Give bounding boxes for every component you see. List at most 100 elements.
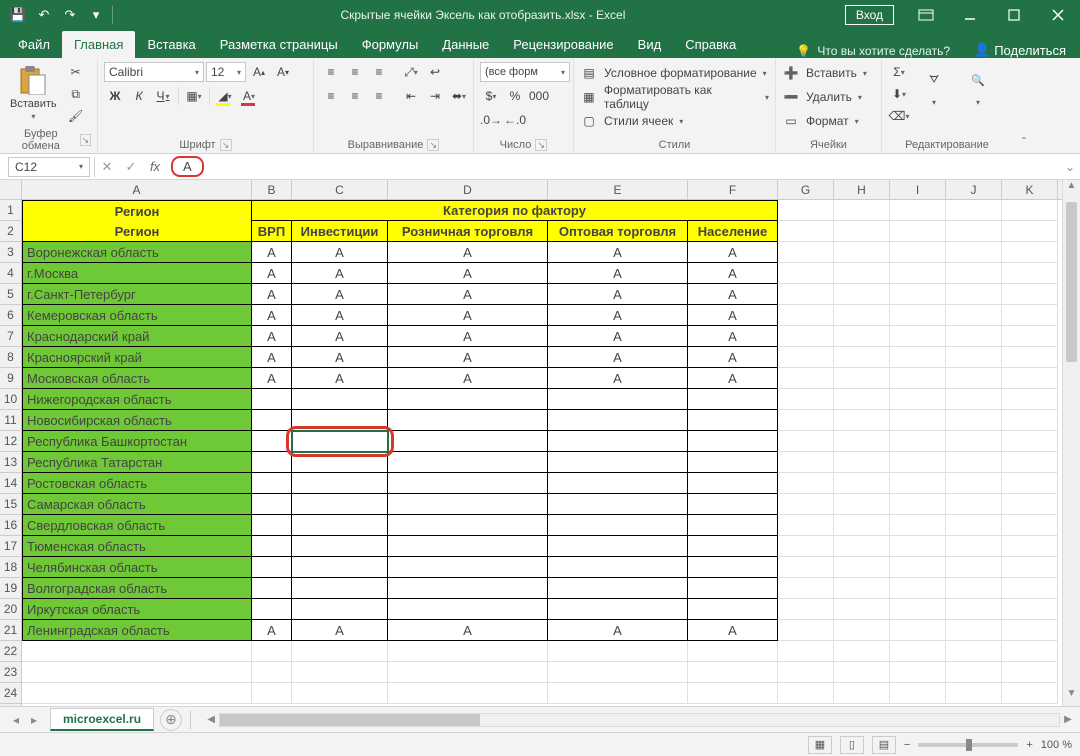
font-name-select[interactable]: Calibri▾ (104, 62, 204, 82)
cell[interactable] (292, 641, 388, 662)
cell[interactable] (388, 557, 548, 578)
page-layout-view-icon[interactable]: ▯ (840, 736, 864, 754)
cell[interactable]: А (548, 263, 688, 284)
tab-файл[interactable]: Файл (6, 31, 62, 58)
cell[interactable] (834, 620, 890, 641)
cell[interactable] (548, 641, 688, 662)
expand-formula-icon[interactable]: ⌄ (1060, 160, 1080, 174)
cell[interactable]: Тюменская область (22, 536, 252, 557)
cell[interactable]: Регион (22, 221, 252, 242)
cell[interactable]: Республика Татарстан (22, 452, 252, 473)
cell[interactable] (778, 578, 834, 599)
cell[interactable] (688, 494, 778, 515)
cell[interactable] (548, 431, 688, 452)
redo-icon[interactable]: ↷ (58, 3, 82, 27)
cell[interactable]: А (688, 326, 778, 347)
scroll-right-icon[interactable]: ▶ (1060, 714, 1076, 725)
cell[interactable]: А (252, 620, 292, 641)
cell[interactable]: А (388, 326, 548, 347)
signin-button[interactable]: Вход (845, 5, 894, 25)
col-header[interactable]: H (834, 180, 890, 199)
decrease-decimal-icon[interactable]: ←.0 (504, 110, 526, 130)
tab-вид[interactable]: Вид (626, 31, 674, 58)
row-header[interactable]: 3 (0, 242, 21, 263)
clear-icon[interactable]: ⌫▾ (888, 106, 910, 126)
column-headers[interactable]: ABCDEFGHIJK (22, 180, 1062, 200)
cell[interactable] (292, 473, 388, 494)
find-select-button[interactable]: 🔍▾ (958, 62, 998, 109)
cell[interactable] (778, 641, 834, 662)
cut-icon[interactable]: ✂ (65, 62, 87, 82)
cell[interactable] (292, 515, 388, 536)
cell[interactable] (388, 389, 548, 410)
cell[interactable]: А (388, 284, 548, 305)
cell[interactable] (946, 242, 1002, 263)
cell[interactable] (890, 221, 946, 242)
cell[interactable] (946, 263, 1002, 284)
name-box[interactable]: C12▾ (8, 157, 90, 177)
cell[interactable] (890, 641, 946, 662)
cell[interactable] (946, 641, 1002, 662)
number-format-select[interactable]: (все форм▾ (480, 62, 570, 82)
cell[interactable] (1002, 368, 1058, 389)
cell[interactable] (890, 452, 946, 473)
cell[interactable] (778, 494, 834, 515)
cell[interactable] (252, 431, 292, 452)
cell[interactable] (890, 536, 946, 557)
cell[interactable] (946, 389, 1002, 410)
cell[interactable]: А (688, 347, 778, 368)
cell[interactable] (292, 599, 388, 620)
cell[interactable] (778, 368, 834, 389)
cell[interactable] (890, 599, 946, 620)
cell[interactable] (252, 410, 292, 431)
row-header[interactable]: 1 (0, 200, 21, 221)
cell[interactable] (946, 515, 1002, 536)
cell[interactable]: А (292, 263, 388, 284)
horizontal-scrollbar[interactable]: ◀ ▶ (199, 713, 1080, 727)
row-header[interactable]: 11 (0, 410, 21, 431)
cell[interactable] (388, 515, 548, 536)
cell[interactable] (890, 284, 946, 305)
cell[interactable] (548, 410, 688, 431)
shrink-font-icon[interactable]: A▾ (272, 62, 294, 82)
cell[interactable] (548, 557, 688, 578)
cell[interactable] (834, 641, 890, 662)
zoom-level[interactable]: 100 % (1041, 739, 1072, 751)
page-break-view-icon[interactable]: ▤ (872, 736, 896, 754)
cell[interactable] (946, 473, 1002, 494)
cell[interactable] (292, 452, 388, 473)
cell[interactable] (778, 473, 834, 494)
percent-icon[interactable]: % (504, 86, 526, 106)
italic-button[interactable]: К (128, 86, 150, 106)
decrease-indent-icon[interactable]: ⇤ (400, 86, 422, 106)
cell[interactable] (1002, 410, 1058, 431)
cell[interactable] (778, 326, 834, 347)
cell[interactable] (548, 662, 688, 683)
cell[interactable] (1002, 662, 1058, 683)
cell[interactable] (252, 494, 292, 515)
cell[interactable]: А (292, 326, 388, 347)
cell[interactable] (778, 662, 834, 683)
cell[interactable] (778, 536, 834, 557)
cell[interactable]: А (688, 242, 778, 263)
dialog-launcher-icon[interactable]: ↘ (220, 139, 232, 151)
cell[interactable]: А (252, 242, 292, 263)
align-bottom-icon[interactable]: ≡ (368, 62, 390, 82)
fill-icon[interactable]: ⬇▾ (888, 84, 910, 104)
dialog-launcher-icon[interactable]: ↘ (535, 139, 547, 151)
accounting-icon[interactable]: $▾ (480, 86, 502, 106)
cell[interactable]: А (548, 347, 688, 368)
cell[interactable] (778, 599, 834, 620)
cell[interactable]: Инвестиции (292, 221, 388, 242)
col-header[interactable]: D (388, 180, 548, 199)
cell[interactable]: А (548, 305, 688, 326)
col-header[interactable]: K (1002, 180, 1058, 199)
cell[interactable]: А (688, 284, 778, 305)
row-header[interactable]: 16 (0, 515, 21, 536)
cell[interactable] (778, 263, 834, 284)
cell[interactable]: А (252, 326, 292, 347)
cell[interactable] (292, 662, 388, 683)
cell[interactable] (834, 452, 890, 473)
cell[interactable] (946, 599, 1002, 620)
cell[interactable] (946, 557, 1002, 578)
